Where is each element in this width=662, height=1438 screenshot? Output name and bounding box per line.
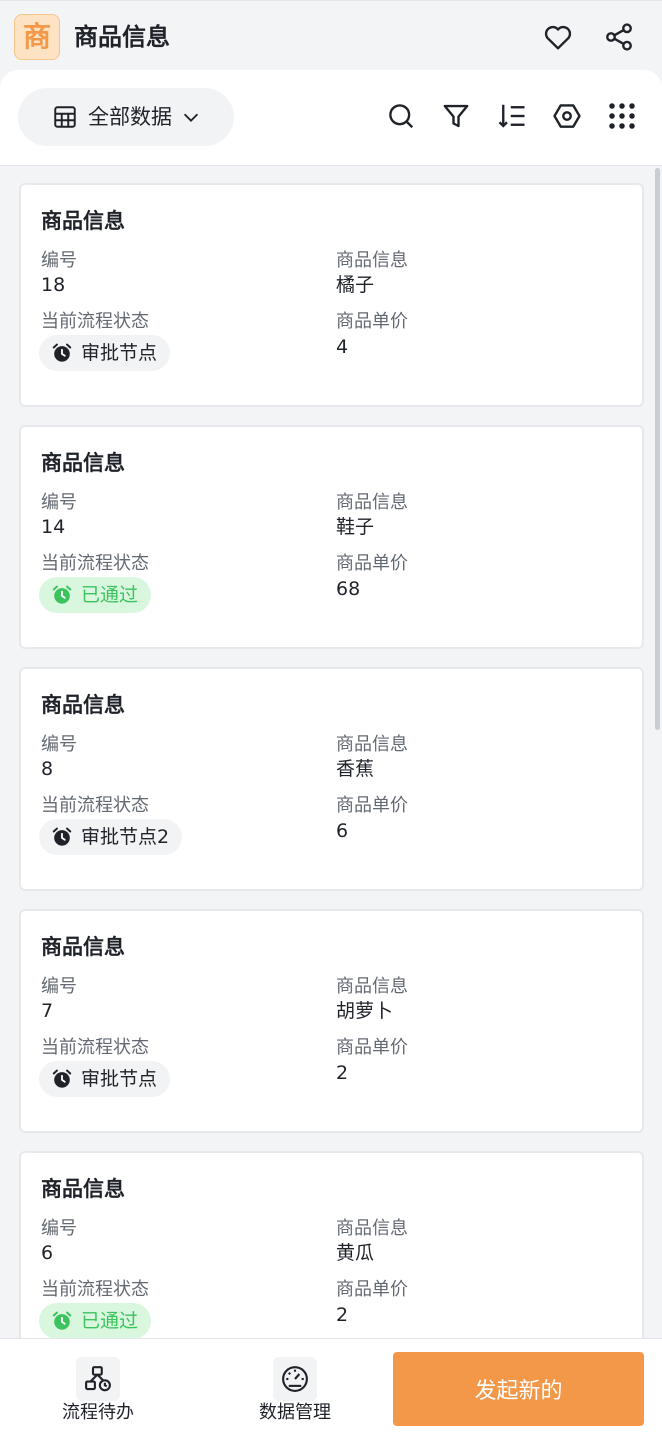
alarm-clock-icon — [52, 343, 72, 362]
unit-price-value: 68 — [336, 578, 361, 600]
record-card[interactable]: 商品信息 编号 7 商品信息 胡萝卜 当前流程状态 商品单价 2 审批节点 — [19, 909, 644, 1133]
record-card[interactable]: 商品信息 编号 14 商品信息 鞋子 当前流程状态 商品单价 68 已通过 — [19, 425, 644, 649]
status-text: 已通过 — [81, 584, 139, 606]
record-list: 商品信息 编号 18 商品信息 橘子 当前流程状态 商品单价 4 审批节点 商品信息 编号 14 商品信… — [0, 166, 662, 1338]
status-badge: 审批节点2 — [39, 819, 183, 855]
top-header: 商 商品信息 — [0, 0, 662, 72]
product-name-label: 商品信息 — [336, 250, 408, 271]
toolbar: 全部数据 — [0, 70, 662, 166]
view-switch-button[interactable]: 全部数据 — [18, 88, 234, 146]
heart-icon[interactable] — [540, 19, 576, 55]
id-label: 编号 — [41, 492, 77, 513]
id-label: 编号 — [41, 976, 77, 997]
status-badge: 已通过 — [39, 577, 152, 613]
product-name-value: 香蕉 — [336, 758, 375, 780]
nav-process-todo[interactable]: 流程待办 — [38, 1357, 158, 1424]
id-value: 14 — [41, 516, 66, 538]
nav-process-todo-label: 流程待办 — [62, 1402, 134, 1423]
alarm-clock-icon — [52, 827, 72, 846]
status-label: 当前流程状态 — [41, 795, 149, 816]
alarm-clock-icon — [52, 1069, 72, 1088]
nav-data-management-label: 数据管理 — [259, 1402, 331, 1423]
page-title: 商品信息 — [74, 23, 170, 51]
record-card[interactable]: 商品信息 编号 6 商品信息 黄瓜 当前流程状态 商品单价 2 已通过 — [19, 1151, 644, 1338]
search-icon[interactable] — [385, 100, 417, 132]
bottom-bar: 流程待办 数据管理 发起新的 — [0, 1338, 662, 1438]
id-value: 6 — [41, 1242, 54, 1264]
share-icon[interactable] — [601, 19, 637, 55]
product-name-value: 黄瓜 — [336, 1242, 375, 1264]
scrollbar[interactable] — [655, 168, 660, 730]
unit-price-label: 商品单价 — [336, 1037, 408, 1058]
app-root: 商 商品信息 全部数据 商品信息 编号 18 商品信息 橘子 当前流程状态 商品… — [0, 0, 662, 1438]
record-card[interactable]: 商品信息 编号 8 商品信息 香蕉 当前流程状态 商品单价 6 审批节点2 — [19, 667, 644, 891]
status-badge: 审批节点 — [39, 1061, 171, 1097]
status-text: 审批节点 — [81, 1068, 158, 1090]
status-text: 审批节点2 — [81, 826, 170, 848]
record-card[interactable]: 商品信息 编号 18 商品信息 橘子 当前流程状态 商品单价 4 审批节点 — [19, 183, 644, 407]
unit-price-value: 2 — [336, 1062, 349, 1084]
product-name-label: 商品信息 — [336, 734, 408, 755]
unit-price-label: 商品单价 — [336, 311, 408, 332]
status-label: 当前流程状态 — [41, 553, 149, 574]
unit-price-value: 2 — [336, 1304, 349, 1326]
product-name-label: 商品信息 — [336, 492, 408, 513]
unit-price-label: 商品单价 — [336, 553, 408, 574]
unit-price-label: 商品单价 — [336, 1279, 408, 1300]
sort-icon[interactable] — [496, 100, 528, 132]
table-icon — [54, 106, 76, 128]
view-switch-label: 全部数据 — [88, 105, 172, 129]
id-label: 编号 — [41, 1218, 77, 1239]
alarm-clock-icon — [52, 1311, 72, 1330]
nav-data-management[interactable]: 数据管理 — [235, 1357, 355, 1424]
id-value: 8 — [41, 758, 54, 780]
settings-icon[interactable] — [551, 100, 583, 132]
chevron-down-icon — [183, 113, 199, 122]
unit-price-label: 商品单价 — [336, 795, 408, 816]
status-label: 当前流程状态 — [41, 311, 149, 332]
card-title: 商品信息 — [41, 209, 125, 233]
product-name-value: 橘子 — [336, 274, 375, 296]
status-label: 当前流程状态 — [41, 1279, 149, 1300]
id-value: 18 — [41, 274, 66, 296]
unit-price-value: 4 — [336, 336, 349, 358]
dashboard-icon — [273, 1357, 317, 1401]
status-badge: 审批节点 — [39, 335, 171, 371]
grid-menu-icon[interactable] — [606, 100, 638, 132]
filter-icon[interactable] — [440, 100, 472, 132]
product-name-label: 商品信息 — [336, 1218, 408, 1239]
status-text: 已通过 — [81, 1310, 139, 1332]
app-logo: 商 — [14, 14, 60, 60]
product-name-value: 鞋子 — [336, 516, 375, 538]
workflow-icon — [76, 1357, 120, 1401]
id-label: 编号 — [41, 734, 77, 755]
card-title: 商品信息 — [41, 451, 125, 475]
unit-price-value: 6 — [336, 820, 349, 842]
product-name-label: 商品信息 — [336, 976, 408, 997]
card-title: 商品信息 — [41, 693, 125, 717]
card-title: 商品信息 — [41, 935, 125, 959]
card-title: 商品信息 — [41, 1177, 125, 1201]
start-new-button[interactable]: 发起新的 — [393, 1352, 644, 1426]
id-label: 编号 — [41, 250, 77, 271]
status-label: 当前流程状态 — [41, 1037, 149, 1058]
status-text: 审批节点 — [81, 342, 158, 364]
product-name-value: 胡萝卜 — [336, 1000, 394, 1022]
alarm-clock-icon — [52, 585, 72, 604]
id-value: 7 — [41, 1000, 54, 1022]
status-badge: 已通过 — [39, 1303, 152, 1338]
